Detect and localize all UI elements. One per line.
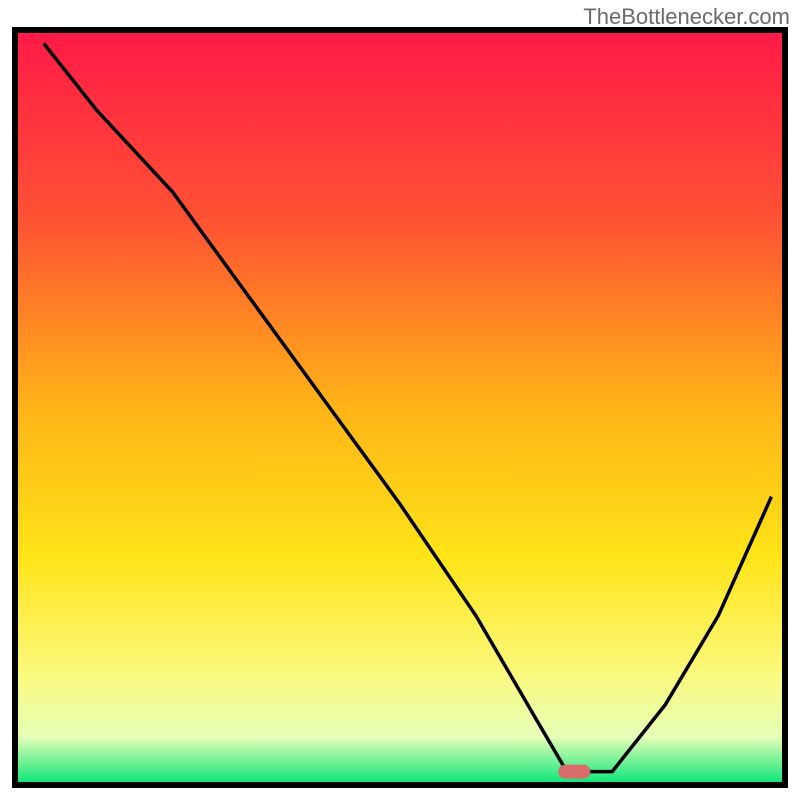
optimal-marker xyxy=(558,765,590,779)
bottleneck-chart xyxy=(0,0,800,800)
chart-container: TheBottlenecker.com xyxy=(0,0,800,800)
attribution-watermark: TheBottlenecker.com xyxy=(583,4,790,30)
gradient-background xyxy=(18,33,782,782)
